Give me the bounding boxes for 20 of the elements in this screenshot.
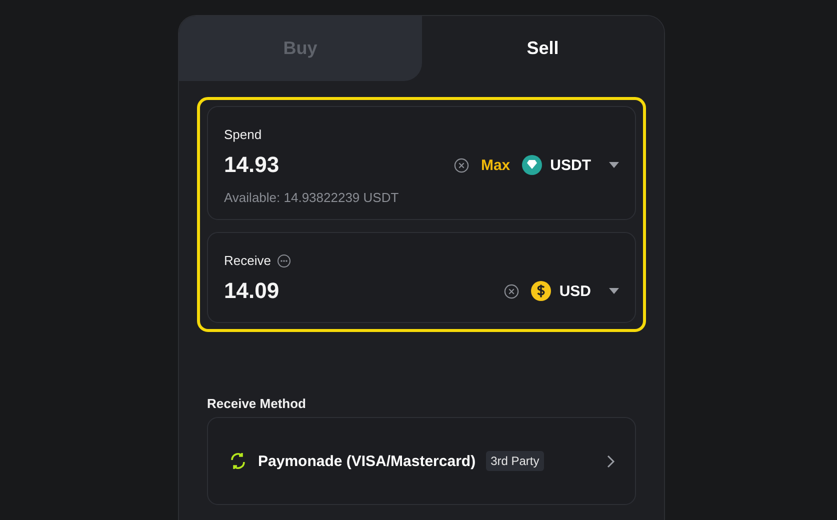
caret-icon [609, 288, 619, 294]
field-label: Spend [224, 127, 262, 142]
more-icon[interactable] [276, 254, 291, 268]
currency-selector[interactable]: USDT [522, 155, 619, 175]
refresh-icon [228, 451, 248, 471]
third-party-badge: 3rd Party [486, 451, 544, 471]
caret-icon [609, 162, 619, 168]
method-selector[interactable]: Paymonade (VISA/Mastercard) 3rd Party [207, 417, 636, 505]
clear-icon[interactable] [504, 284, 520, 298]
clear-icon[interactable] [454, 158, 469, 172]
amount-value[interactable]: 14.93 [224, 152, 454, 178]
section-heading: Receive Method [207, 396, 307, 411]
amount-value[interactable]: 14.09 [224, 278, 504, 304]
field-label: Receive [224, 253, 271, 268]
chevron-right-icon [607, 454, 615, 468]
dollar-coin-icon [531, 281, 552, 301]
diamond-coin-icon [522, 155, 542, 175]
currency-selector[interactable]: USD [531, 281, 619, 301]
available-balance: Available: 14.93822239 USDT [224, 190, 400, 205]
max-button[interactable]: Max [480, 156, 510, 174]
